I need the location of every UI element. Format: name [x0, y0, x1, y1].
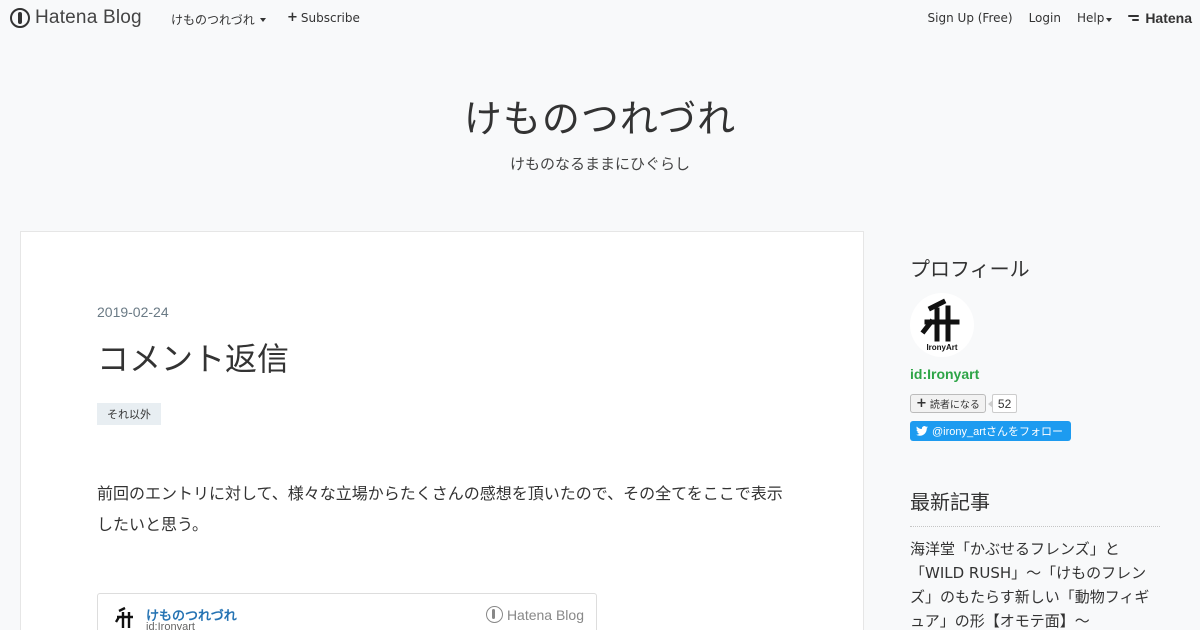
hatena-blog-logo[interactable]: Hatena Blog [10, 7, 142, 29]
twitter-bird-icon [916, 426, 928, 436]
reader-subscribe-widget: + 読者になる 52 [910, 394, 1018, 413]
blog-menu-dropdown[interactable]: けものつれづれ [171, 11, 266, 28]
recent-entry-link[interactable]: 海洋堂「かぶせるフレンズ」と「WILD RUSH」～「けものフレンズ」のもたらす… [910, 537, 1160, 630]
hatena-blog-mark-icon [485, 606, 503, 623]
login-link[interactable]: Login [1029, 11, 1061, 25]
profile-heading: プロフィール [910, 257, 1030, 281]
blog-title[interactable]: けものつれづれ [0, 88, 1200, 143]
twitter-follow-button[interactable]: @irony_artさんをフォロー [910, 421, 1071, 441]
recent-entries-heading: 最新記事 [910, 490, 990, 514]
help-dropdown[interactable]: Help [1076, 11, 1113, 25]
avatar[interactable]: IronyArt [910, 293, 974, 357]
irony-art-logo-icon [114, 606, 133, 628]
entry-body-text: 前回のエントリに対して、様々な立場からたくさんの感想を頂いたので、その全てをここ… [97, 484, 783, 534]
hatena-blog-mark-icon [10, 8, 30, 28]
hatena-mark-icon [1128, 13, 1141, 23]
sidebar: プロフィール IronyArt id:Ironyart + 読者になる 52 @… [892, 231, 1180, 630]
embed-hatena-blog-logo: Hatena Blog [485, 606, 584, 623]
hatena-logo-text: Hatena [1145, 10, 1192, 26]
entry-title[interactable]: コメント返信 [97, 334, 289, 380]
embed-brand-text: Hatena Blog [506, 606, 584, 623]
become-reader-button[interactable]: + 読者になる [910, 394, 986, 413]
subscribe-label: Subscribe [300, 11, 360, 25]
help-label: Help [1076, 11, 1105, 25]
plus-icon: + [916, 395, 927, 411]
caret-down-icon [259, 17, 266, 22]
profile-id-link[interactable]: id:Ironyart [910, 366, 979, 382]
plus-icon: + [287, 10, 298, 25]
hatena-logo[interactable]: Hatena [1128, 10, 1192, 26]
subscribe-button[interactable]: + Subscribe [287, 11, 360, 25]
entry-category-tag[interactable]: それ以外 [97, 403, 161, 425]
blog-card-embed[interactable]: けものつれづれ id:Ironyart Hatena Blog [97, 593, 597, 630]
blog-description: けものなるままにひぐらし [509, 155, 690, 173]
signup-link[interactable]: Sign Up (Free) [928, 11, 1013, 25]
twitter-follow-label: @irony_artさんをフォロー [932, 426, 1063, 438]
brand-name: Hatena Blog [35, 7, 142, 28]
global-header: Hatena Blog けものつれづれ + Subscribe Sign Up … [0, 0, 1200, 36]
avatar-caption: IronyArt [926, 343, 957, 352]
sidebar-divider [910, 526, 1160, 527]
reader-count-badge: 52 [987, 394, 1018, 413]
blog-menu-label: けものつれづれ [171, 13, 255, 27]
entry-article: 2019-02-24 コメント返信 それ以外 前回のエントリに対して、様々な立場… [20, 231, 864, 630]
entry-date[interactable]: 2019-02-24 [97, 304, 169, 320]
irony-art-avatar-icon: IronyArt [920, 298, 960, 352]
become-reader-label: 読者になる [929, 400, 980, 411]
global-nav: Sign Up (Free) Login Help Hatena [928, 8, 1192, 28]
caret-down-icon [1106, 18, 1113, 22]
embed-blog-id: id:Ironyart [146, 621, 195, 630]
